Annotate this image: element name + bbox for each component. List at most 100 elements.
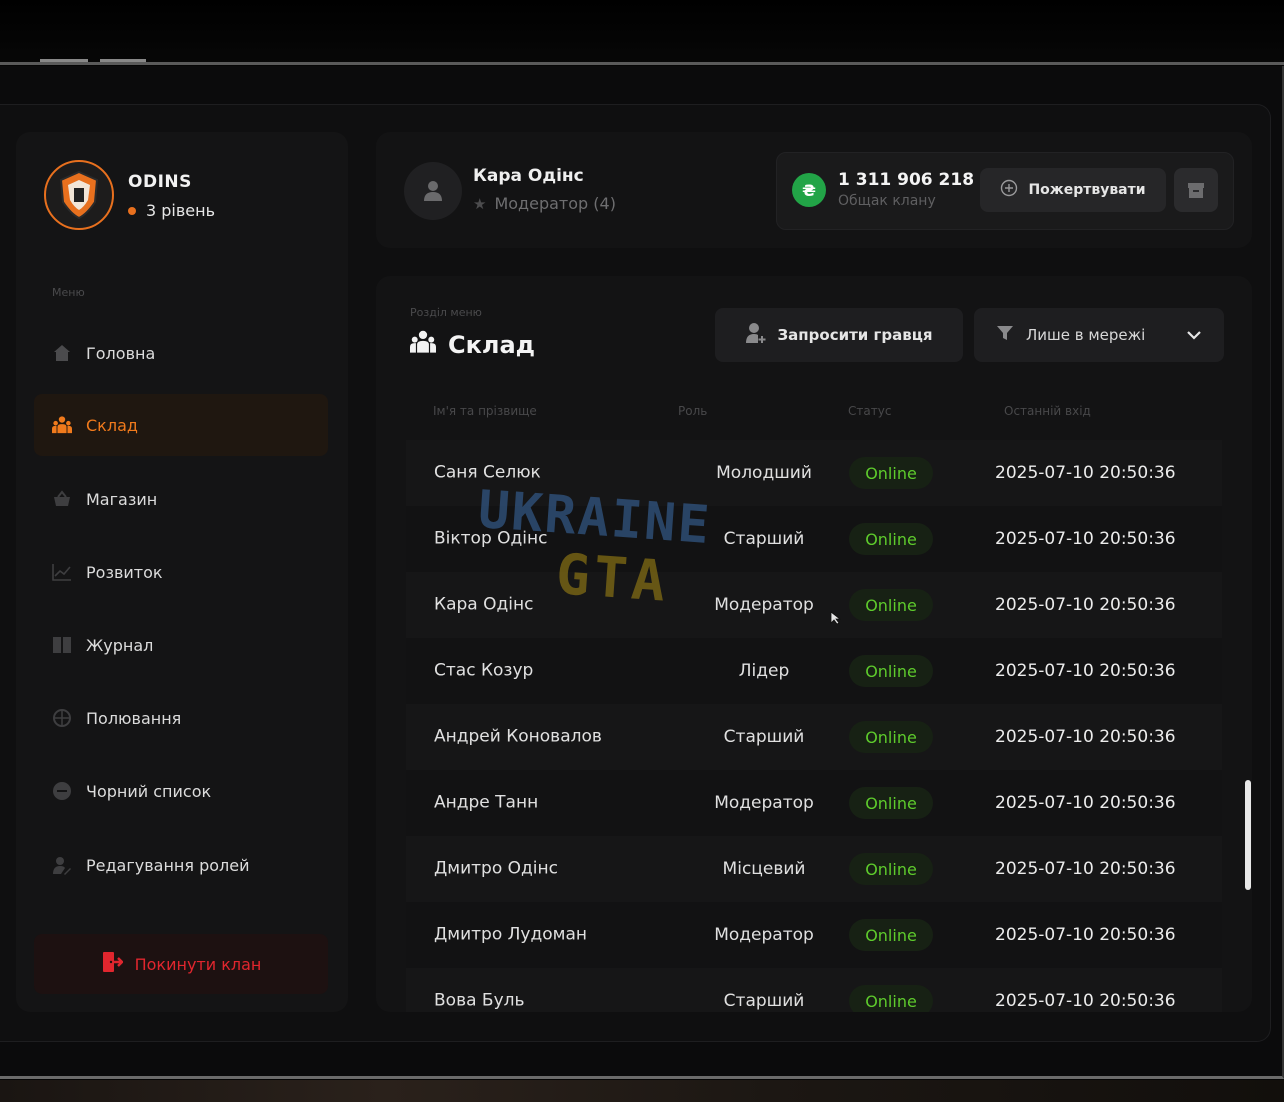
star-icon: ★ bbox=[473, 194, 487, 213]
mouse-cursor-icon bbox=[830, 610, 842, 629]
member-name: Дмитро Одінс bbox=[434, 858, 558, 879]
last-login: 2025-07-10 20:50:36 bbox=[995, 991, 1176, 1011]
member-name: Андре Танн bbox=[434, 792, 539, 813]
leave-clan-button[interactable]: Покинути клан bbox=[34, 934, 328, 994]
chevron-down-icon bbox=[1186, 326, 1202, 344]
plus-circle-icon bbox=[1000, 179, 1018, 201]
archive-box-icon bbox=[1188, 183, 1204, 198]
sidebar-item-label: Головна bbox=[86, 343, 156, 363]
member-name: Вова Буль bbox=[434, 990, 525, 1011]
user-name: Кара Одінс bbox=[473, 166, 584, 186]
member-role: Старший bbox=[723, 529, 805, 549]
section-caption: Розділ меню bbox=[410, 306, 482, 319]
section-title: Склад bbox=[410, 330, 535, 360]
member-name: Саня Селюк bbox=[434, 462, 541, 483]
table-row[interactable]: Дмитро Лудоман Модератор Online 2025-07-10 … bbox=[406, 902, 1222, 968]
sidebar-item-development[interactable]: Розвиток bbox=[34, 541, 328, 603]
sidebar-item-label: Чорний список bbox=[86, 781, 212, 801]
leave-clan-label: Покинути клан bbox=[134, 954, 262, 974]
column-header-name[interactable]: Ім'я та прізвище bbox=[433, 404, 537, 418]
member-role: Лідер bbox=[738, 661, 790, 681]
chart-icon bbox=[52, 562, 72, 582]
clan-emblem-icon bbox=[59, 170, 99, 220]
column-header-role[interactable]: Роль bbox=[678, 404, 707, 418]
member-name: Віктор Одінс bbox=[434, 528, 548, 549]
table-row[interactable]: Дмитро Одінс Місцевий Online 2025-07-10 20:… bbox=[406, 836, 1222, 902]
member-name: Кара Одінс bbox=[434, 594, 534, 615]
treasury-label: Общак клану bbox=[838, 193, 936, 209]
invite-player-button[interactable]: Запросити гравця bbox=[715, 308, 963, 362]
member-role: Модератор bbox=[714, 793, 814, 813]
menu-caption: Меню bbox=[52, 286, 85, 299]
table-row[interactable]: Андре Танн Модератор Online 2025-07-10 20:5… bbox=[406, 770, 1222, 836]
user-icon bbox=[424, 181, 442, 201]
member-role: Модератор bbox=[714, 595, 814, 615]
member-role: Старший bbox=[723, 727, 805, 747]
status-badge: Online bbox=[849, 655, 933, 687]
group-icon bbox=[410, 330, 436, 360]
sidebar-item-role-editing[interactable]: Редагування ролей bbox=[34, 834, 328, 896]
column-header-last-login[interactable]: Останній вхід bbox=[1004, 404, 1091, 418]
table-row[interactable]: Андрей Коновалов Старший Online 2025-07-10 … bbox=[406, 704, 1222, 770]
last-login: 2025-07-10 20:50:36 bbox=[995, 925, 1176, 945]
table-row[interactable]: Саня Селюк Молодший Online 2025-07-10 20:50… bbox=[406, 440, 1222, 506]
clan-level-text: 3 рівень bbox=[146, 201, 216, 220]
sidebar-item-journal[interactable]: Журнал bbox=[34, 614, 328, 676]
clan-logo bbox=[44, 160, 114, 230]
background-top bbox=[0, 0, 1284, 64]
sidebar-item-label: Полювання bbox=[86, 708, 182, 728]
level-dot-icon bbox=[128, 206, 136, 215]
status-badge: Online bbox=[849, 457, 933, 489]
sidebar-item-hunting[interactable]: Полювання bbox=[34, 687, 328, 749]
member-name: Андрей Коновалов bbox=[434, 726, 602, 747]
roster-table[interactable]: Саня Селюк Молодший Online 2025-07-10 20:50… bbox=[406, 440, 1222, 1012]
home-icon bbox=[52, 343, 72, 363]
table-row[interactable]: Віктор Одінс Старший Online 2025-07-10 20:5… bbox=[406, 506, 1222, 572]
storage-box-button[interactable] bbox=[1174, 168, 1218, 212]
sidebar-item-home[interactable]: Головна bbox=[34, 322, 328, 384]
online-filter-select[interactable]: Лише в мережі bbox=[974, 308, 1224, 362]
hryvnia-coin-icon: ₴ bbox=[792, 173, 826, 207]
status-badge: Online bbox=[849, 589, 933, 621]
column-header-status[interactable]: Статус bbox=[848, 404, 891, 418]
roster-panel: Розділ меню Склад Запросити гравця Лише … bbox=[376, 276, 1252, 1012]
member-role: Молодший bbox=[716, 463, 812, 483]
sidebar-item-blacklist[interactable]: Чорний список bbox=[34, 760, 328, 822]
member-name: Стас Козур bbox=[434, 660, 534, 681]
last-login: 2025-07-10 20:50:36 bbox=[995, 529, 1176, 549]
sidebar-item-label: Розвиток bbox=[86, 562, 163, 582]
sidebar-item-label: Журнал bbox=[86, 635, 154, 655]
status-badge: Online bbox=[849, 985, 933, 1012]
last-login: 2025-07-10 20:50:36 bbox=[995, 595, 1176, 615]
table-scrollbar[interactable] bbox=[1245, 780, 1251, 890]
crosshair-icon bbox=[52, 708, 72, 728]
sidebar-item-shop[interactable]: Магазин bbox=[34, 468, 328, 530]
add-user-icon bbox=[745, 322, 766, 348]
status-badge: Online bbox=[849, 919, 933, 951]
table-row[interactable]: Вова Буль Старший Online 2025-07-10 20:50:3… bbox=[406, 968, 1222, 1012]
table-row[interactable]: Стас Козур Лідер Online 2025-07-10 20:50:36 bbox=[406, 638, 1222, 704]
filter-icon bbox=[996, 324, 1014, 346]
frame-top-edge bbox=[0, 59, 1284, 65]
clan-name: ODINS bbox=[128, 172, 192, 192]
member-role: Старший bbox=[723, 991, 805, 1011]
exit-door-icon bbox=[101, 950, 124, 978]
section-title-text: Склад bbox=[448, 331, 536, 359]
member-role: Місцевий bbox=[722, 859, 806, 879]
user-avatar[interactable] bbox=[404, 162, 462, 220]
donate-label: Пожертвувати bbox=[1028, 182, 1146, 198]
basket-icon bbox=[52, 489, 72, 509]
table-row[interactable]: Кара Одінс Модератор Online 2025-07-10 20:5… bbox=[406, 572, 1222, 638]
filter-value: Лише в мережі bbox=[1026, 326, 1146, 344]
sidebar-item-label: Магазин bbox=[86, 489, 158, 509]
donate-button[interactable]: Пожертвувати bbox=[980, 168, 1166, 212]
treasury-balance: 1 311 906 218 bbox=[838, 170, 975, 190]
group-icon bbox=[52, 415, 72, 435]
sidebar-item-roster[interactable]: Склад bbox=[34, 394, 328, 456]
book-icon bbox=[52, 635, 72, 655]
last-login: 2025-07-10 20:50:36 bbox=[995, 463, 1176, 483]
last-login: 2025-07-10 20:50:36 bbox=[995, 793, 1176, 813]
last-login: 2025-07-10 20:50:36 bbox=[995, 859, 1176, 879]
member-role: Модератор bbox=[714, 925, 814, 945]
block-icon bbox=[52, 781, 72, 801]
